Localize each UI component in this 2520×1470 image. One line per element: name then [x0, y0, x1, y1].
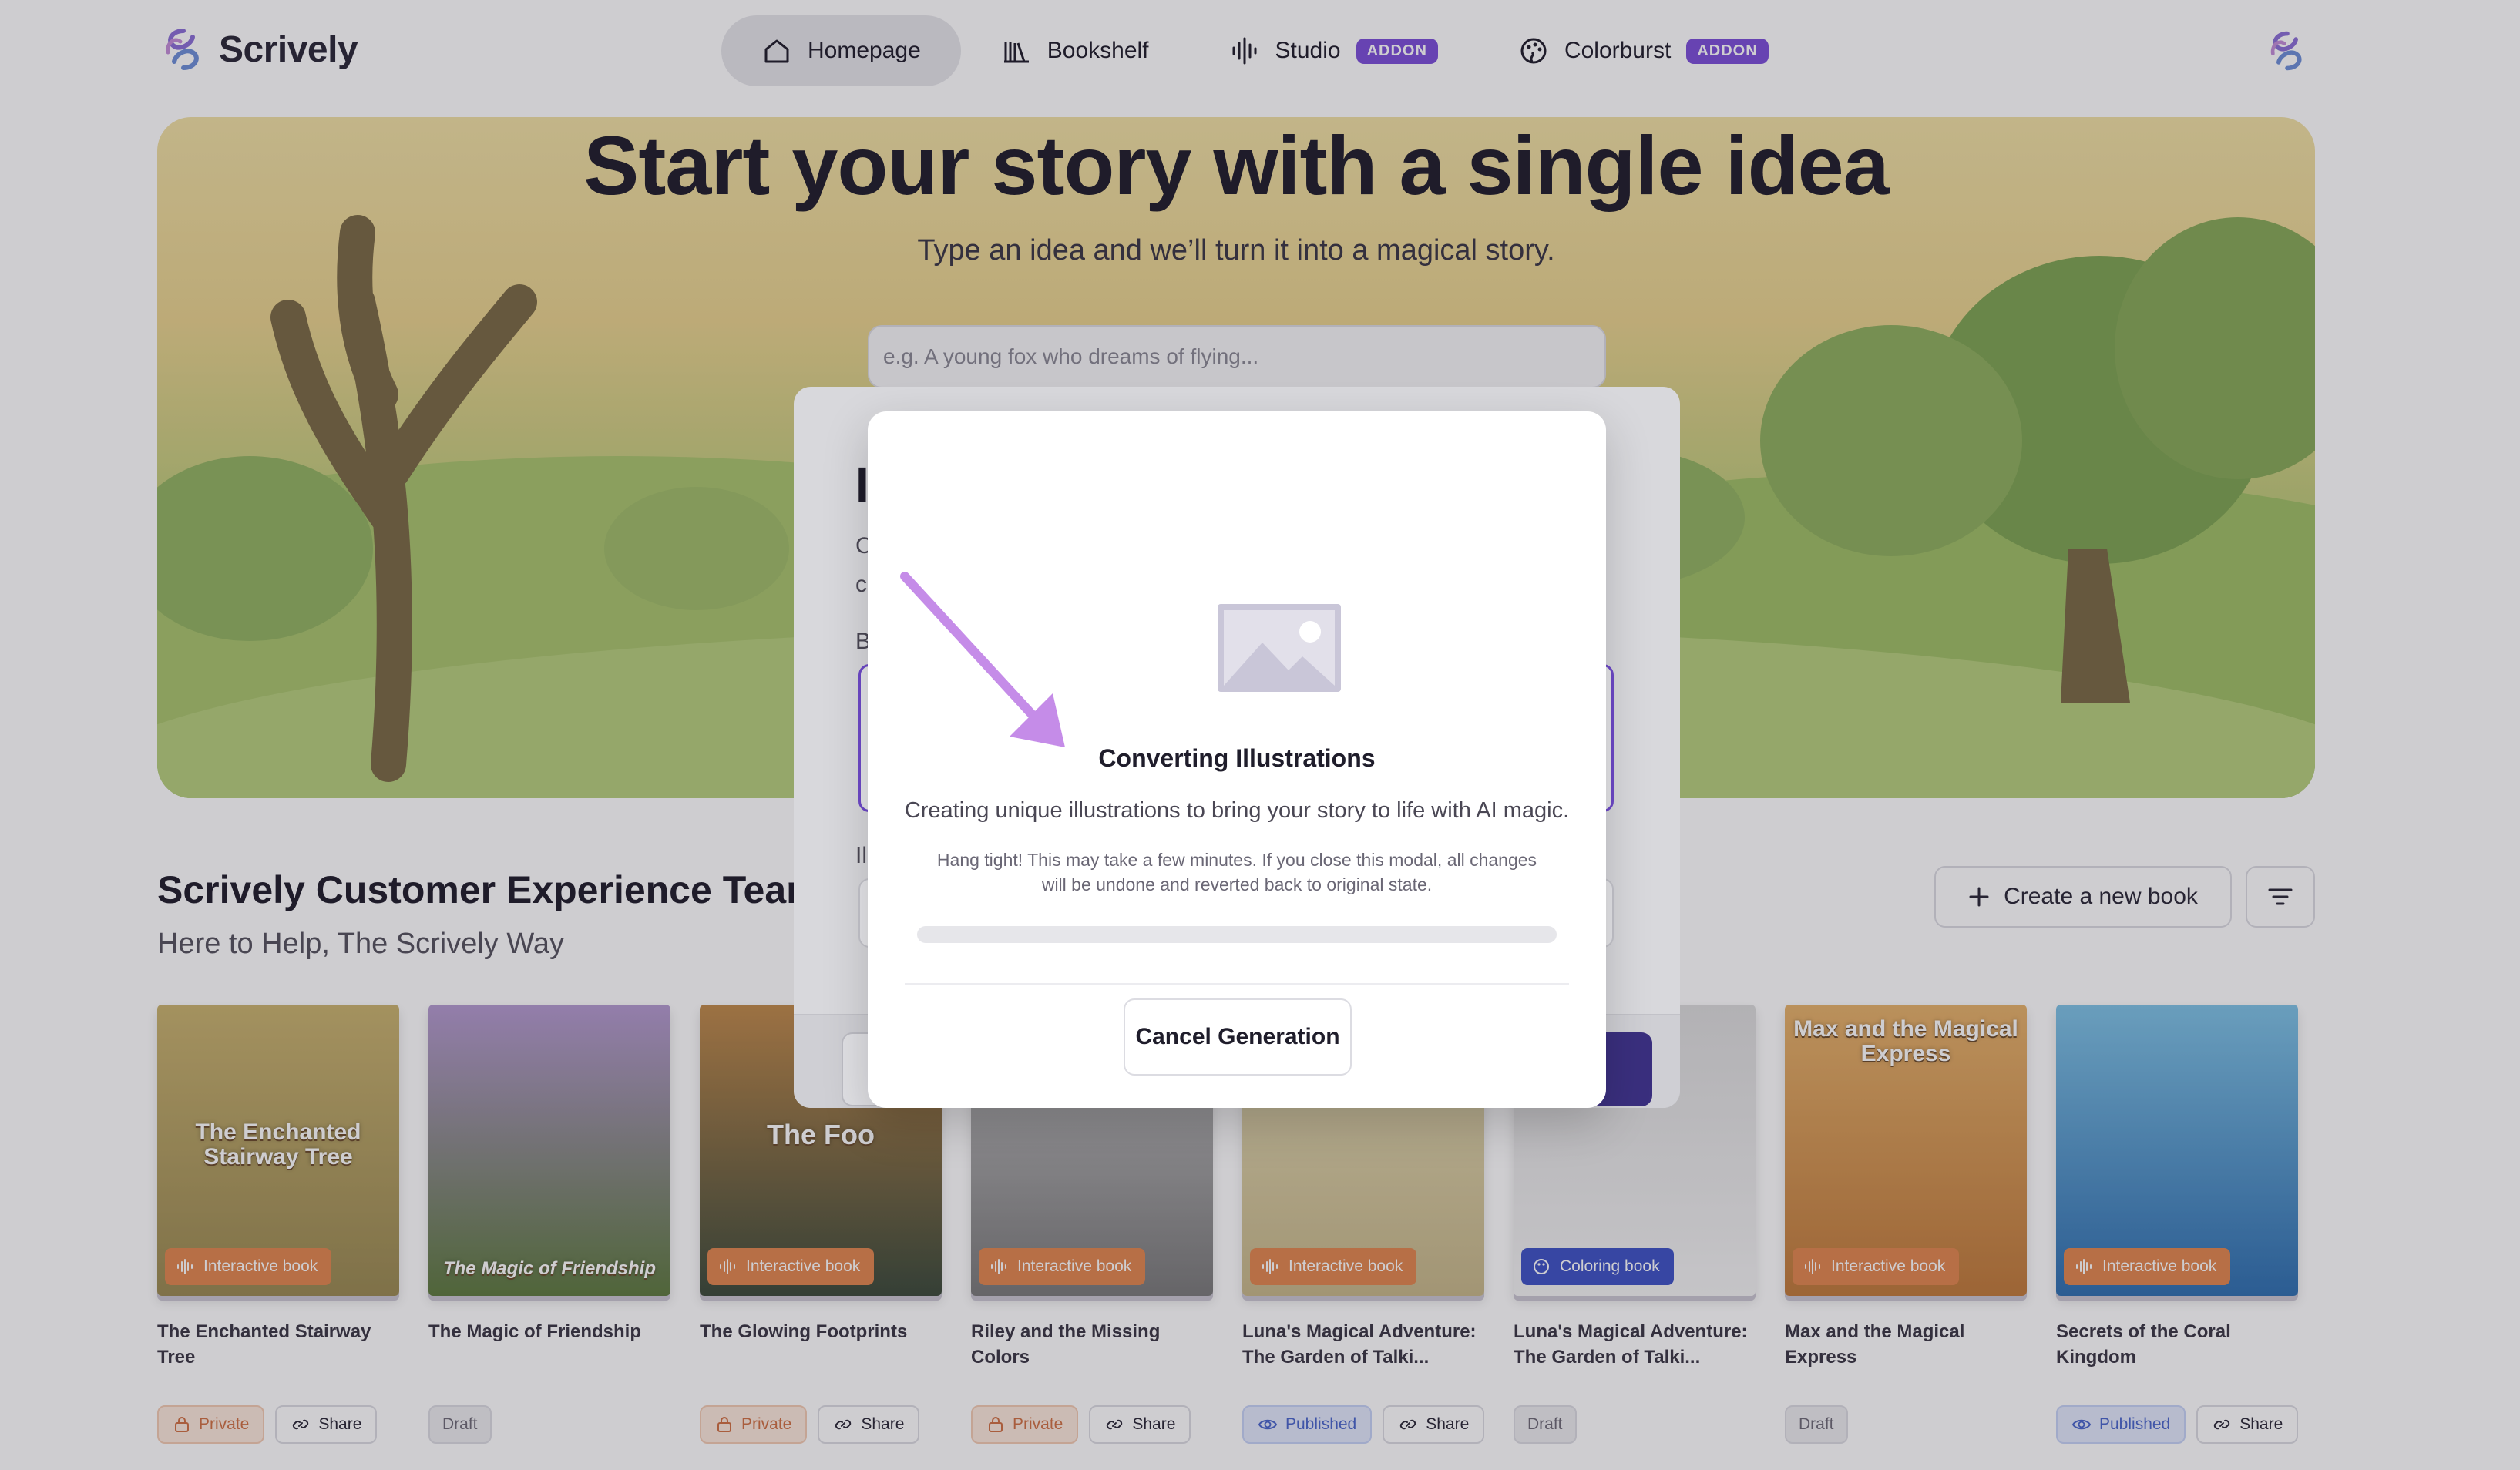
- annotation-arrow-icon: [900, 572, 1065, 747]
- converting-illustrations-modal: Converting Illustrations Creating unique…: [868, 411, 1606, 1108]
- modal-field-label: Il: [855, 843, 867, 868]
- modal-divider: [905, 983, 1569, 985]
- generation-progress-bar: [917, 926, 1557, 943]
- image-placeholder-icon: [1218, 604, 1341, 692]
- modal-note: Hang tight! This may take a few minutes.…: [936, 850, 1537, 894]
- modal-text-fragment: c: [855, 572, 867, 597]
- cancel-generation-button[interactable]: Cancel Generation: [1124, 998, 1352, 1076]
- modal-description: Creating unique illustrations to bring y…: [904, 798, 1570, 823]
